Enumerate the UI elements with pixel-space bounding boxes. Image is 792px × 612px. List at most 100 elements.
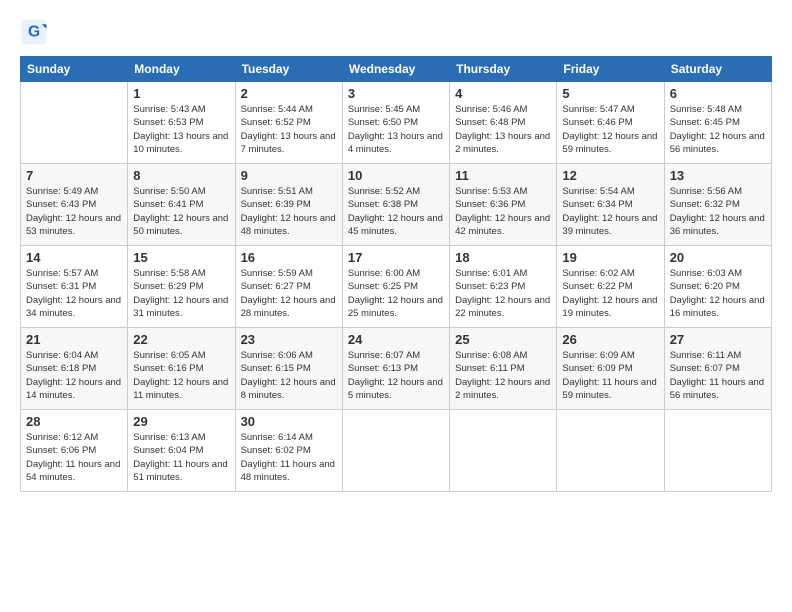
day-info: Sunrise: 5:43 AMSunset: 6:53 PMDaylight:… xyxy=(133,103,229,156)
day-info: Sunrise: 5:52 AMSunset: 6:38 PMDaylight:… xyxy=(348,185,444,238)
calendar-cell: 18Sunrise: 6:01 AMSunset: 6:23 PMDayligh… xyxy=(450,246,557,328)
day-number: 14 xyxy=(26,250,122,265)
calendar-cell: 5Sunrise: 5:47 AMSunset: 6:46 PMDaylight… xyxy=(557,82,664,164)
calendar-cell: 24 Sunrise: 6:07 AMSunset: 6:13 PMDayligh… xyxy=(342,328,449,410)
calendar-cell: 27 Sunrise: 6:11 AMSunset: 6:07 PMDayligh… xyxy=(664,328,771,410)
page: G SundayMondayTuesdayWednesdayThursdayFr… xyxy=(0,0,792,612)
day-info: Sunrise: 5:59 AMSunset: 6:27 PMDaylight:… xyxy=(241,267,337,320)
day-number: 24 xyxy=(348,332,444,347)
header: G xyxy=(20,18,772,46)
day-info: Sunrise: 5:50 AMSunset: 6:41 PMDaylight:… xyxy=(133,185,229,238)
week-row-4: 21 Sunrise: 6:04 AMSunset: 6:18 PMDayligh… xyxy=(21,328,772,410)
day-info: Sunrise: 5:58 AMSunset: 6:29 PMDaylight:… xyxy=(133,267,229,320)
calendar-cell xyxy=(342,410,449,492)
day-number: 9 xyxy=(241,168,337,183)
calendar-cell: 20 Sunrise: 6:03 AMSunset: 6:20 PMDayligh… xyxy=(664,246,771,328)
day-number: 5 xyxy=(562,86,658,101)
day-header-saturday: Saturday xyxy=(664,57,771,82)
day-info: Sunrise: 5:46 AMSunset: 6:48 PMDaylight:… xyxy=(455,103,551,156)
calendar-cell: 13Sunrise: 5:56 AMSunset: 6:32 PMDayligh… xyxy=(664,164,771,246)
day-number: 1 xyxy=(133,86,229,101)
day-info: Sunrise: 6:01 AMSunset: 6:23 PMDaylight:… xyxy=(455,267,551,320)
day-number: 13 xyxy=(670,168,766,183)
svg-text:G: G xyxy=(28,24,40,41)
calendar-cell: 11Sunrise: 5:53 AMSunset: 6:36 PMDayligh… xyxy=(450,164,557,246)
week-row-1: 1 Sunrise: 5:43 AMSunset: 6:53 PMDaylight… xyxy=(21,82,772,164)
day-info: Sunrise: 5:54 AMSunset: 6:34 PMDaylight:… xyxy=(562,185,658,238)
day-number: 27 xyxy=(670,332,766,347)
day-number: 26 xyxy=(562,332,658,347)
day-number: 2 xyxy=(241,86,337,101)
week-row-3: 14 Sunrise: 5:57 AMSunset: 6:31 PMDayligh… xyxy=(21,246,772,328)
day-number: 11 xyxy=(455,168,551,183)
day-header-monday: Monday xyxy=(128,57,235,82)
calendar-cell: 19 Sunrise: 6:02 AMSunset: 6:22 PMDayligh… xyxy=(557,246,664,328)
calendar-cell: 23 Sunrise: 6:06 AMSunset: 6:15 PMDayligh… xyxy=(235,328,342,410)
calendar-cell: 12Sunrise: 5:54 AMSunset: 6:34 PMDayligh… xyxy=(557,164,664,246)
day-info: Sunrise: 6:13 AMSunset: 6:04 PMDaylight:… xyxy=(133,431,229,484)
calendar-cell: 30Sunrise: 6:14 AMSunset: 6:02 PMDayligh… xyxy=(235,410,342,492)
calendar-cell: 26 Sunrise: 6:09 AMSunset: 6:09 PMDayligh… xyxy=(557,328,664,410)
day-number: 3 xyxy=(348,86,444,101)
day-number: 22 xyxy=(133,332,229,347)
day-number: 15 xyxy=(133,250,229,265)
calendar-cell: 2 Sunrise: 5:44 AMSunset: 6:52 PMDaylight… xyxy=(235,82,342,164)
day-info: Sunrise: 6:12 AMSunset: 6:06 PMDaylight:… xyxy=(26,431,122,484)
calendar-table: SundayMondayTuesdayWednesdayThursdayFrid… xyxy=(20,56,772,492)
day-number: 6 xyxy=(670,86,766,101)
day-number: 29 xyxy=(133,414,229,429)
calendar-cell: 29 Sunrise: 6:13 AMSunset: 6:04 PMDayligh… xyxy=(128,410,235,492)
day-info: Sunrise: 5:49 AMSunset: 6:43 PMDaylight:… xyxy=(26,185,122,238)
calendar-cell: 14 Sunrise: 5:57 AMSunset: 6:31 PMDayligh… xyxy=(21,246,128,328)
day-number: 30 xyxy=(241,414,337,429)
day-info: Sunrise: 6:03 AMSunset: 6:20 PMDaylight:… xyxy=(670,267,766,320)
day-info: Sunrise: 5:45 AMSunset: 6:50 PMDaylight:… xyxy=(348,103,444,156)
day-number: 4 xyxy=(455,86,551,101)
day-number: 25 xyxy=(455,332,551,347)
calendar-cell: 9 Sunrise: 5:51 AMSunset: 6:39 PMDaylight… xyxy=(235,164,342,246)
day-number: 21 xyxy=(26,332,122,347)
day-info: Sunrise: 5:57 AMSunset: 6:31 PMDaylight:… xyxy=(26,267,122,320)
calendar-cell: 15 Sunrise: 5:58 AMSunset: 6:29 PMDayligh… xyxy=(128,246,235,328)
day-info: Sunrise: 6:05 AMSunset: 6:16 PMDaylight:… xyxy=(133,349,229,402)
day-header-tuesday: Tuesday xyxy=(235,57,342,82)
day-info: Sunrise: 6:11 AMSunset: 6:07 PMDaylight:… xyxy=(670,349,766,402)
logo-icon: G xyxy=(20,18,48,46)
week-row-5: 28Sunrise: 6:12 AMSunset: 6:06 PMDayligh… xyxy=(21,410,772,492)
day-info: Sunrise: 5:51 AMSunset: 6:39 PMDaylight:… xyxy=(241,185,337,238)
day-number: 17 xyxy=(348,250,444,265)
day-info: Sunrise: 6:02 AMSunset: 6:22 PMDaylight:… xyxy=(562,267,658,320)
calendar-cell: 28Sunrise: 6:12 AMSunset: 6:06 PMDayligh… xyxy=(21,410,128,492)
day-header-friday: Friday xyxy=(557,57,664,82)
logo: G xyxy=(20,18,52,46)
calendar-cell: 4 Sunrise: 5:46 AMSunset: 6:48 PMDaylight… xyxy=(450,82,557,164)
day-header-wednesday: Wednesday xyxy=(342,57,449,82)
day-info: Sunrise: 6:00 AMSunset: 6:25 PMDaylight:… xyxy=(348,267,444,320)
calendar-cell: 25 Sunrise: 6:08 AMSunset: 6:11 PMDayligh… xyxy=(450,328,557,410)
calendar-cell: 22 Sunrise: 6:05 AMSunset: 6:16 PMDayligh… xyxy=(128,328,235,410)
day-number: 10 xyxy=(348,168,444,183)
day-number: 23 xyxy=(241,332,337,347)
day-info: Sunrise: 6:04 AMSunset: 6:18 PMDaylight:… xyxy=(26,349,122,402)
day-number: 16 xyxy=(241,250,337,265)
calendar-cell xyxy=(557,410,664,492)
day-header-sunday: Sunday xyxy=(21,57,128,82)
calendar-cell: 1 Sunrise: 5:43 AMSunset: 6:53 PMDaylight… xyxy=(128,82,235,164)
day-number: 20 xyxy=(670,250,766,265)
day-info: Sunrise: 6:07 AMSunset: 6:13 PMDaylight:… xyxy=(348,349,444,402)
day-info: Sunrise: 5:48 AMSunset: 6:45 PMDaylight:… xyxy=(670,103,766,156)
calendar-cell: 8 Sunrise: 5:50 AMSunset: 6:41 PMDaylight… xyxy=(128,164,235,246)
day-header-thursday: Thursday xyxy=(450,57,557,82)
day-info: Sunrise: 6:08 AMSunset: 6:11 PMDaylight:… xyxy=(455,349,551,402)
day-info: Sunrise: 5:44 AMSunset: 6:52 PMDaylight:… xyxy=(241,103,337,156)
day-info: Sunrise: 6:09 AMSunset: 6:09 PMDaylight:… xyxy=(562,349,658,402)
calendar-cell xyxy=(664,410,771,492)
calendar-cell: 16 Sunrise: 5:59 AMSunset: 6:27 PMDayligh… xyxy=(235,246,342,328)
week-row-2: 7Sunrise: 5:49 AMSunset: 6:43 PMDaylight… xyxy=(21,164,772,246)
calendar-cell: 17 Sunrise: 6:00 AMSunset: 6:25 PMDayligh… xyxy=(342,246,449,328)
calendar-cell xyxy=(450,410,557,492)
day-info: Sunrise: 6:06 AMSunset: 6:15 PMDaylight:… xyxy=(241,349,337,402)
day-number: 8 xyxy=(133,168,229,183)
calendar-cell: 6 Sunrise: 5:48 AMSunset: 6:45 PMDaylight… xyxy=(664,82,771,164)
day-number: 19 xyxy=(562,250,658,265)
